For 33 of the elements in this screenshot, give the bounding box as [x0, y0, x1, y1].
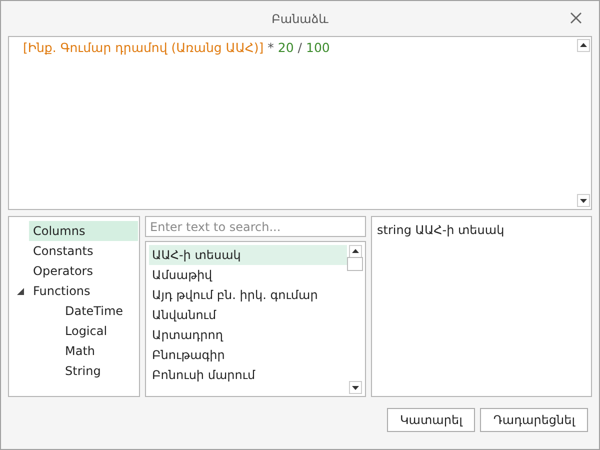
expanded-triangle-icon[interactable]	[17, 288, 24, 294]
scroll-down-icon[interactable]	[576, 194, 590, 207]
list-item[interactable]: Բոնուսի մարում	[149, 365, 347, 385]
tree-item[interactable]: Operators	[29, 261, 138, 281]
list-item[interactable]: Այդ թվում բն. իրկ. գումար	[149, 285, 347, 305]
search-field[interactable]: Enter text to search...	[145, 216, 366, 237]
list-item[interactable]: Անվանում	[149, 305, 347, 325]
list-item[interactable]: Արտադրող	[149, 325, 347, 345]
field-token: [Ինք. Գումար դրամով (Առանց ԱԱՀ)]	[23, 40, 264, 55]
close-icon[interactable]	[570, 12, 582, 24]
scroll-up-icon[interactable]	[576, 39, 590, 52]
ok-button[interactable]: Կատարել	[387, 408, 476, 432]
operator-token: /	[298, 40, 302, 55]
list-item[interactable]: Ամսաթիվ	[149, 265, 347, 285]
tree-item[interactable]: String	[61, 361, 138, 381]
tree-item[interactable]: Constants	[29, 241, 138, 261]
expression-editor[interactable]: [Ինք. Գումար դրամով (Առանց ԱԱՀ)] * 20 / 100	[8, 36, 592, 210]
scroll-thumb[interactable]	[347, 257, 363, 271]
cancel-button[interactable]: Դադարեցնել	[480, 408, 588, 432]
tree-item[interactable]: Columns	[29, 221, 138, 241]
tree-item[interactable]: Logical	[61, 321, 138, 341]
list-item[interactable]: Բնութագիր	[149, 345, 347, 365]
tree-item[interactable]: Functions	[29, 281, 138, 301]
operator-token: *	[268, 40, 274, 55]
tree-item[interactable]: DateTime	[61, 301, 138, 321]
description-text: string ԱԱՀ-ի տեսակ	[377, 223, 504, 237]
scroll-down-icon[interactable]	[348, 381, 362, 394]
list-item[interactable]: ԱԱՀ-ի տեսակ	[149, 245, 347, 265]
number-token: 20	[278, 40, 294, 55]
window-title: Բանաձև	[272, 12, 328, 26]
number-token: 100	[306, 40, 330, 55]
scroll-up-icon[interactable]	[348, 245, 362, 258]
tree-item[interactable]: Math	[61, 341, 138, 361]
